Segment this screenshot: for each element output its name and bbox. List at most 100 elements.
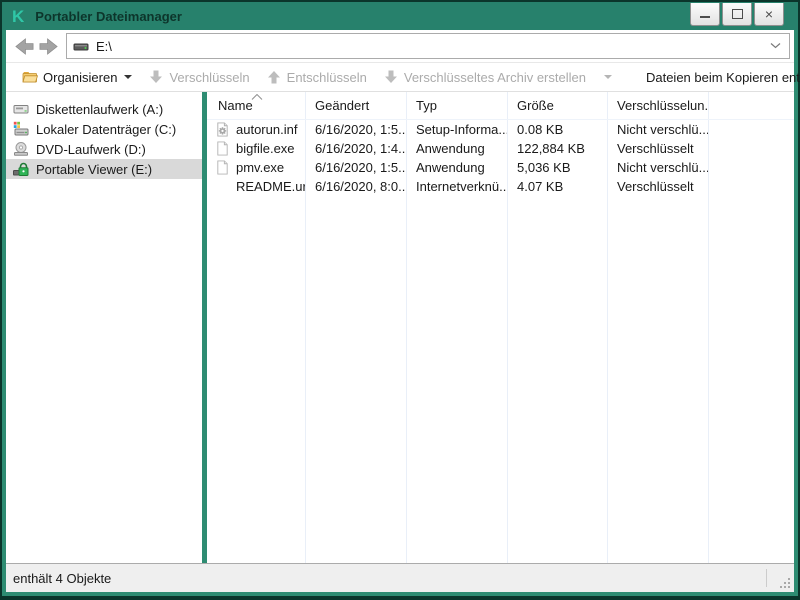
file-name-cell: README.url xyxy=(207,179,305,194)
organize-label: Organisieren xyxy=(43,70,117,85)
sidebar-item-label: Lokaler Datenträger (C:) xyxy=(36,122,176,137)
column-header-label: Typ xyxy=(416,98,437,113)
file-row-pmv-exe[interactable]: pmv.exe 6/16/2020, 1:5...Anwendung5,036 K… xyxy=(207,158,794,177)
file-type: Internetverknü... xyxy=(406,179,507,194)
folder-icon xyxy=(22,69,38,85)
chevron-down-icon xyxy=(770,42,781,49)
file-encryption-status: Nicht verschlü... xyxy=(607,122,708,137)
dvd-drive-icon xyxy=(13,141,29,157)
arrow-down-icon xyxy=(148,69,164,85)
back-button[interactable] xyxy=(12,34,36,58)
organize-button[interactable]: Organisieren xyxy=(14,65,140,89)
window-controls: × xyxy=(690,3,784,26)
archive-options-caret[interactable] xyxy=(604,75,612,79)
column-header-type[interactable]: Typ xyxy=(406,92,507,119)
file-name-cell: bigfile.exe xyxy=(207,141,305,156)
arrow-up-icon xyxy=(266,69,282,85)
back-arrow-icon xyxy=(14,36,35,57)
file-size: 4.07 KB xyxy=(507,179,607,194)
file-name: pmv.exe xyxy=(236,160,284,175)
file-row-readme-url[interactable]: README.url6/16/2020, 8:0...Internetverkn… xyxy=(207,177,794,196)
close-icon: × xyxy=(765,7,773,21)
encrypt-label: Verschlüsseln xyxy=(169,70,249,85)
maximize-icon xyxy=(732,9,743,19)
sort-ascending-icon xyxy=(251,94,263,100)
address-combobox[interactable]: E:\ xyxy=(66,33,790,59)
sidebar-item-label: DVD-Laufwerk (D:) xyxy=(36,142,146,157)
titlebar: K Portabler Dateimanager × xyxy=(2,2,798,30)
file-type: Anwendung xyxy=(406,141,507,156)
file-modified: 6/16/2020, 1:5... xyxy=(305,122,406,137)
toolbar: Organisieren Verschlüsseln Entschlüsseln… xyxy=(6,62,794,92)
column-header-encryption[interactable]: Verschlüsselun... xyxy=(607,92,708,119)
file-list-header: Name Geändert Typ Größe Verschlüsselun... xyxy=(207,92,794,120)
file-type: Anwendung xyxy=(406,160,507,175)
file-icon xyxy=(215,160,230,175)
maximize-button[interactable] xyxy=(722,3,752,26)
caret-down-icon xyxy=(124,75,132,79)
address-bar: E:\ xyxy=(6,30,794,62)
file-encryption-status: Verschlüsselt xyxy=(607,179,708,194)
forward-button[interactable] xyxy=(36,34,60,58)
file-type: Setup-Informa... xyxy=(406,122,507,137)
file-name-cell: autorun.inf xyxy=(207,122,305,137)
decrypt-on-copy-label: Dateien beim Kopieren entschlüsseln xyxy=(646,70,800,85)
status-bar: enthält 4 Objekte xyxy=(6,563,794,592)
sidebar-item-portable-viewer-e[interactable]: Portable Viewer (E:) xyxy=(6,159,202,179)
window-title: Portabler Dateimanager xyxy=(35,9,182,24)
column-header-label: Verschlüsselun... xyxy=(617,98,708,113)
file-encryption-status: Verschlüsselt xyxy=(607,141,708,156)
column-header-modified[interactable]: Geändert xyxy=(305,92,406,119)
file-list-pane: Name Geändert Typ Größe Verschlüsselun... au… xyxy=(207,92,794,563)
floppy-drive-icon xyxy=(13,101,29,117)
column-header-name[interactable]: Name xyxy=(207,92,305,119)
file-modified: 6/16/2020, 1:5... xyxy=(305,160,406,175)
column-divider xyxy=(305,92,306,563)
file-name-cell: pmv.exe xyxy=(207,160,305,175)
file-size: 0.08 KB xyxy=(507,122,607,137)
kaspersky-logo-icon: K xyxy=(12,8,24,25)
decrypt-on-copy-button[interactable]: Dateien beim Kopieren entschlüsseln xyxy=(638,65,800,89)
drive-list: Diskettenlaufwerk (A:) Lokaler Datenträge… xyxy=(6,92,202,563)
encrypt-button[interactable]: Verschlüsseln xyxy=(140,65,257,89)
create-archive-label: Verschlüsseltes Archiv erstellen xyxy=(404,70,586,85)
forward-arrow-icon xyxy=(38,36,59,57)
column-divider xyxy=(607,92,608,563)
locked-drive-icon xyxy=(13,161,29,177)
column-divider xyxy=(406,92,407,563)
sidebar-item-label: Portable Viewer (E:) xyxy=(36,162,152,177)
file-icon xyxy=(215,141,230,156)
minimize-icon xyxy=(700,16,710,18)
no-icon xyxy=(215,179,230,194)
file-name: autorun.inf xyxy=(236,122,297,137)
sidebar-item-dvd-laufwerk-d[interactable]: DVD-Laufwerk (D:) xyxy=(6,139,202,159)
column-header-label: Geändert xyxy=(315,98,369,113)
minimize-button[interactable] xyxy=(690,3,720,26)
file-size: 5,036 KB xyxy=(507,160,607,175)
file-modified: 6/16/2020, 8:0... xyxy=(305,179,406,194)
create-encrypted-archive-button[interactable]: Verschlüsseltes Archiv erstellen xyxy=(375,65,594,89)
address-path: E:\ xyxy=(96,39,112,54)
file-row-bigfile-exe[interactable]: bigfile.exe6/16/2020, 1:4...Anwendung122… xyxy=(207,139,794,158)
sidebar-item-diskettenlaufwerk-a[interactable]: Diskettenlaufwerk (A:) xyxy=(6,99,202,119)
setup-file-icon xyxy=(215,122,230,137)
column-header-label: Name xyxy=(218,98,253,113)
drive-icon xyxy=(73,38,89,54)
file-name: README.url xyxy=(236,179,305,194)
close-button[interactable]: × xyxy=(754,3,784,26)
file-name: bigfile.exe xyxy=(236,141,295,156)
column-header-size[interactable]: Größe xyxy=(507,92,607,119)
decrypt-button[interactable]: Entschlüsseln xyxy=(258,65,375,89)
main-area: Diskettenlaufwerk (A:) Lokaler Datenträge… xyxy=(6,92,794,563)
portable-file-manager-window: K Portabler Dateimanager × E:\ xyxy=(2,2,798,596)
sidebar-item-lokaler-datentr-ger-c[interactable]: Lokaler Datenträger (C:) xyxy=(6,119,202,139)
column-divider xyxy=(507,92,508,563)
file-row-autorun-inf[interactable]: autorun.inf 6/16/2020, 1:5...Setup-Inform… xyxy=(207,120,794,139)
resize-grip[interactable] xyxy=(779,577,791,589)
hard-drive-icon xyxy=(13,121,29,137)
sidebar-item-label: Diskettenlaufwerk (A:) xyxy=(36,102,163,117)
file-encryption-status: Nicht verschlü... xyxy=(607,160,708,175)
column-header-label: Größe xyxy=(517,98,554,113)
file-rows: autorun.inf6/16/2020, 1:5...Setup-Inform… xyxy=(207,120,794,196)
desktop-background: K Portabler Dateimanager × E:\ xyxy=(0,0,800,600)
